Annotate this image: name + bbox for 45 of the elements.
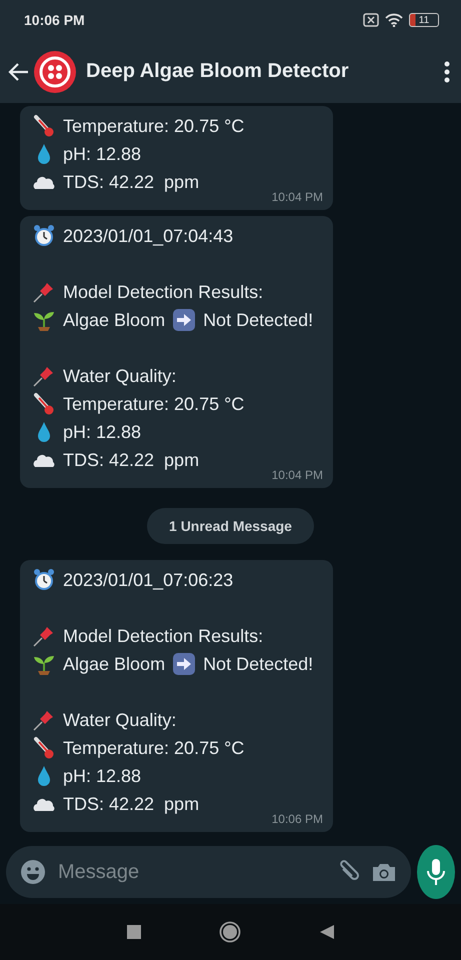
message-text: Algae Bloom xyxy=(63,310,166,330)
home-nav-icon[interactable] xyxy=(218,921,240,943)
battery-icon: 11 xyxy=(409,13,439,27)
pushpin-icon xyxy=(32,280,56,304)
alarm-clock-icon xyxy=(32,224,56,248)
more-menu-icon[interactable] xyxy=(443,60,451,84)
microphone-icon xyxy=(426,858,446,886)
message-text: Temperature: 20.75 °C xyxy=(63,116,244,136)
message-text: Temperature: 20.75 °C xyxy=(63,738,244,758)
back-nav-icon[interactable] xyxy=(318,924,334,940)
back-arrow-icon[interactable] xyxy=(8,60,30,82)
pushpin-icon xyxy=(32,708,56,732)
thermometer-icon xyxy=(32,114,56,138)
emoji-icon[interactable] xyxy=(20,859,46,885)
message-time: 10:04 PM xyxy=(272,468,323,482)
message-text: Temperature: 20.75 °C xyxy=(63,394,244,414)
clock-time: 10:06 PM xyxy=(24,12,85,28)
message-text: pH: 12.88 xyxy=(63,144,142,164)
message-text: Not Detected! xyxy=(203,654,314,674)
unread-messages-badge: 1 Unread Message xyxy=(147,508,314,544)
message-text: Model Detection Results: xyxy=(63,626,264,646)
message-time: 10:06 PM xyxy=(272,812,323,826)
message-text: 2023/01/01_07:06:23 xyxy=(63,570,234,590)
square-nav-icon[interactable] xyxy=(126,925,140,939)
thermometer-icon xyxy=(32,736,56,760)
pushpin-icon xyxy=(32,364,56,388)
avatar-logo[interactable] xyxy=(34,50,76,92)
thermometer-icon xyxy=(32,392,56,416)
message-text: pH: 12.88 xyxy=(63,422,142,442)
message-text: TDS: 42.22 ppm xyxy=(63,794,200,814)
microphone-button[interactable] xyxy=(417,845,455,899)
message-text: Algae Bloom xyxy=(63,654,166,674)
pushpin-icon xyxy=(32,624,56,648)
message-text: TDS: 42.22 ppm xyxy=(63,450,200,470)
alarm-clock-icon xyxy=(32,568,56,592)
message-text: Water Quality: xyxy=(63,710,176,730)
message-time: 10:04 PM xyxy=(272,190,323,204)
message-text: 2023/01/01_07:04:43 xyxy=(63,226,234,246)
message-text: Water Quality: xyxy=(63,366,176,386)
message-text: Not Detected! xyxy=(203,310,314,330)
message-text: TDS: 42.22 ppm xyxy=(63,172,200,192)
wifi-icon xyxy=(385,13,403,27)
message-text: pH: 12.88 xyxy=(63,766,142,786)
message-text: Model Detection Results: xyxy=(63,282,264,302)
message-field[interactable]: Message xyxy=(6,846,411,898)
